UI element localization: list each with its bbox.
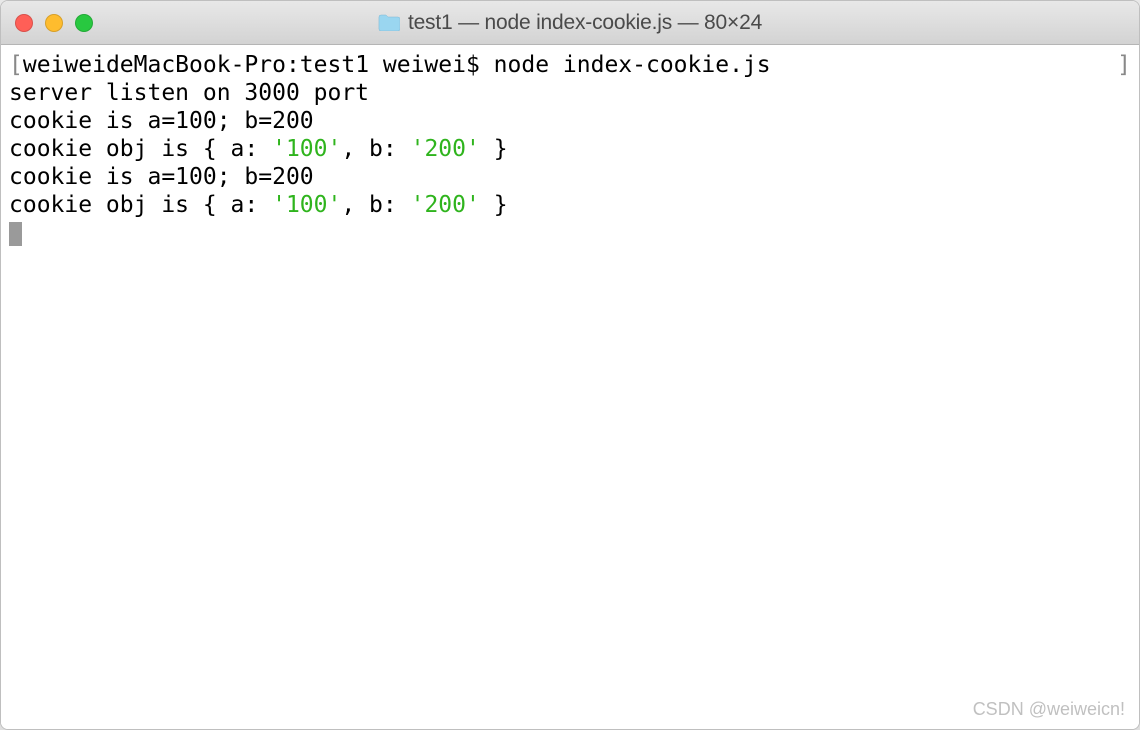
window-title: test1 — node index-cookie.js — 80×24: [378, 11, 762, 35]
minimize-icon[interactable]: [45, 14, 63, 32]
terminal-text-segment: cookie obj is { a:: [9, 192, 272, 218]
prompt-command: node index-cookie.js: [494, 52, 771, 78]
terminal-text-segment: '200': [411, 136, 480, 162]
terminal-line: cookie obj is { a: '100', b: '200' }: [9, 135, 1131, 163]
terminal-line: server listen on 3000 port: [9, 79, 1131, 107]
prompt-bracket-right: ]: [1117, 51, 1131, 79]
terminal-line: cookie obj is { a: '100', b: '200' }: [9, 191, 1131, 219]
terminal-text-segment: '100': [272, 192, 341, 218]
watermark: CSDN @weiweicn!: [973, 699, 1125, 721]
close-icon[interactable]: [15, 14, 33, 32]
folder-icon: [378, 14, 400, 31]
terminal-text-segment: , b:: [341, 192, 410, 218]
traffic-lights: [15, 14, 93, 32]
terminal-text-segment: cookie obj is { a:: [9, 136, 272, 162]
maximize-icon[interactable]: [75, 14, 93, 32]
terminal-text-segment: '200': [411, 192, 480, 218]
terminal-line: cookie is a=100; b=200: [9, 163, 1131, 191]
window-title-text: test1 — node index-cookie.js — 80×24: [408, 11, 762, 35]
terminal-text-segment: '100': [272, 136, 341, 162]
titlebar[interactable]: test1 — node index-cookie.js — 80×24: [1, 1, 1139, 45]
terminal-text-segment: }: [480, 192, 508, 218]
terminal-body[interactable]: [weiweideMacBook-Pro:test1 weiwei$ node …: [1, 45, 1139, 729]
terminal-text-segment: cookie is a=100; b=200: [9, 108, 314, 134]
terminal-line: cookie is a=100; b=200: [9, 107, 1131, 135]
terminal-window: test1 — node index-cookie.js — 80×24 [we…: [0, 0, 1140, 730]
terminal-text-segment: }: [480, 136, 508, 162]
prompt-line: [weiweideMacBook-Pro:test1 weiwei$ node …: [9, 51, 1131, 79]
prompt-host: weiweideMacBook-Pro:test1 weiwei$: [23, 52, 494, 78]
terminal-text-segment: , b:: [341, 136, 410, 162]
terminal-cursor: [9, 222, 22, 246]
prompt-bracket-left: [: [9, 52, 23, 78]
terminal-text-segment: server listen on 3000 port: [9, 80, 369, 106]
terminal-text-segment: cookie is a=100; b=200: [9, 164, 314, 190]
terminal-output: server listen on 3000 portcookie is a=10…: [9, 79, 1131, 219]
